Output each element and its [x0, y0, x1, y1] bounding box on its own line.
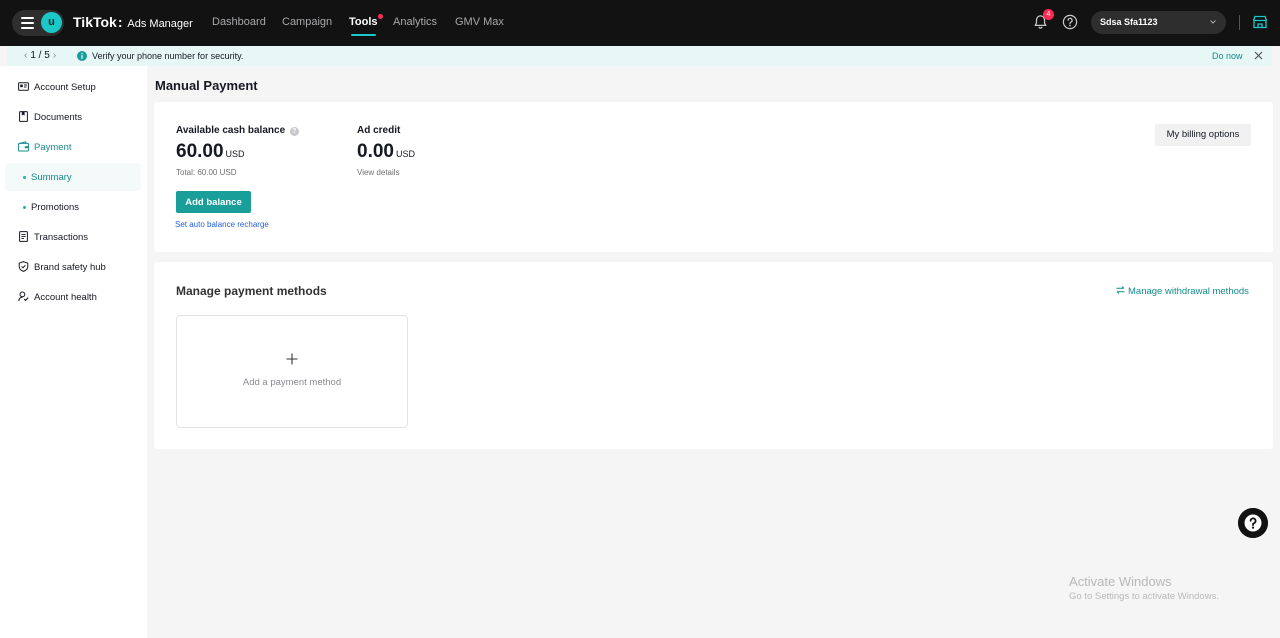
payment-methods-title: Manage payment methods: [176, 284, 327, 298]
cash-balance-currency: USD: [225, 149, 245, 159]
sidebar-item-transactions[interactable]: Transactions: [0, 223, 147, 251]
payment-methods-card: Manage payment methods Manage withdrawal…: [154, 262, 1273, 449]
sidebar: Account Setup Documents Payment Summary …: [0, 66, 147, 638]
notice-message: Verify your phone number for security.: [92, 51, 244, 61]
chevron-down-icon: [1210, 20, 1216, 24]
help-icon[interactable]: [1062, 14, 1078, 30]
cash-balance-label-text: Available cash balance: [176, 125, 286, 136]
nav-tools[interactable]: Tools: [349, 14, 383, 36]
account-logo-avatar: u: [41, 12, 62, 33]
chevron-right-icon[interactable]: ›: [53, 50, 56, 61]
view-details-link[interactable]: View details: [357, 168, 400, 177]
sidebar-item-payment[interactable]: Payment: [0, 133, 147, 161]
bullet-dot: [23, 206, 26, 209]
document-icon: [19, 111, 28, 122]
cash-balance-amount: 60.00 USD: [176, 141, 245, 163]
add-payment-method-tile[interactable]: Add a payment method: [176, 315, 408, 428]
nav-tools-label: Tools: [349, 16, 378, 28]
swap-icon: [1116, 286, 1125, 294]
hamburger-icon: [21, 17, 34, 29]
info-icon: [77, 51, 87, 61]
page-title: Manual Payment: [155, 78, 258, 93]
sidebar-label: Documents: [34, 112, 83, 123]
sidebar-label: Account Setup: [34, 82, 96, 93]
windows-activation-title: Activate Windows: [1069, 574, 1172, 589]
account-name: Sdsa Sfa1123: [1100, 17, 1158, 27]
manage-withdrawal-label: Manage withdrawal methods: [1128, 286, 1249, 297]
sidebar-item-brand-safety-hub[interactable]: Brand safety hub: [0, 253, 147, 281]
windows-activation-subtitle: Go to Settings to activate Windows.: [1069, 591, 1219, 602]
balance-card: Available cash balance ? 60.00 USD Total:…: [154, 102, 1273, 252]
auto-recharge-link[interactable]: Set auto balance recharge: [175, 220, 269, 229]
sidebar-label: Payment: [34, 142, 72, 153]
do-now-link[interactable]: Do now: [1212, 51, 1243, 61]
ad-credit-currency: USD: [395, 149, 415, 159]
brand-separator: :: [117, 14, 123, 30]
sidebar-item-account-health[interactable]: Account health: [0, 283, 147, 311]
tiktok-ads-manager-logo[interactable]: TikTok: Ads Manager: [73, 14, 193, 30]
question-icon[interactable]: ?: [289, 127, 299, 136]
cash-balance-label: Available cash balance ?: [176, 125, 299, 136]
sidebar-label: Promotions: [31, 202, 80, 213]
notice-page-indicator: 1 / 5: [30, 50, 50, 61]
sidebar-item-summary[interactable]: Summary: [5, 163, 141, 191]
header-divider: [1239, 15, 1240, 30]
ad-credit-label: Ad credit: [357, 125, 401, 136]
receipt-icon: [19, 231, 28, 242]
wallet-icon: [18, 141, 29, 152]
notice-pager: ‹ 1 / 5 ›: [21, 50, 59, 61]
notification-count-badge: 4: [1043, 9, 1054, 20]
sidebar-item-promotions[interactable]: Promotions: [5, 193, 141, 221]
chevron-left-icon[interactable]: ‹: [24, 50, 27, 61]
nav-campaign[interactable]: Campaign: [282, 16, 332, 28]
account-health-icon: [18, 291, 29, 302]
ad-credit-amount: 0.00 USD: [357, 141, 415, 163]
sidebar-label: Account health: [34, 292, 97, 303]
account-switcher[interactable]: Sdsa Sfa1123: [1091, 11, 1226, 34]
sidebar-label: Brand safety hub: [34, 262, 106, 273]
active-tab-underline: [351, 34, 376, 36]
help-chat-button[interactable]: [1238, 508, 1268, 538]
nav-dashboard[interactable]: Dashboard: [212, 16, 266, 28]
new-dot-indicator: [377, 14, 383, 19]
top-navigation-bar: u TikTok: Ads Manager Dashboard Campaign…: [0, 0, 1280, 46]
nav-analytics[interactable]: Analytics: [393, 16, 437, 28]
add-balance-button[interactable]: Add balance: [176, 191, 251, 213]
brand-name: TikTok: [73, 14, 117, 30]
product-name: Ads Manager: [127, 18, 193, 30]
plus-icon: [286, 353, 298, 365]
cash-balance-value: 60.00: [176, 141, 224, 162]
security-notice-bar: ‹ 1 / 5 › Verify your phone number for sec…: [7, 46, 1272, 66]
billing-options-button[interactable]: My billing options: [1155, 124, 1251, 146]
id-card-icon: [18, 82, 29, 91]
sidebar-item-account-setup[interactable]: Account Setup: [0, 73, 147, 101]
add-payment-method-label: Add a payment method: [242, 377, 342, 388]
bullet-dot: [23, 176, 26, 179]
main-menu-button[interactable]: u: [12, 10, 64, 36]
ad-credit-value: 0.00: [357, 141, 394, 162]
sidebar-item-documents[interactable]: Documents: [0, 103, 147, 131]
shield-icon: [18, 261, 29, 272]
sidebar-label: Transactions: [34, 232, 89, 243]
sidebar-label: Summary: [31, 172, 72, 183]
shop-icon[interactable]: [1252, 14, 1268, 30]
nav-gmv-max[interactable]: GMV Max: [455, 16, 504, 28]
close-icon[interactable]: [1254, 51, 1263, 60]
manage-withdrawal-link[interactable]: Manage withdrawal methods: [1116, 286, 1249, 297]
cash-balance-total: Total: 60.00 USD: [176, 168, 237, 177]
